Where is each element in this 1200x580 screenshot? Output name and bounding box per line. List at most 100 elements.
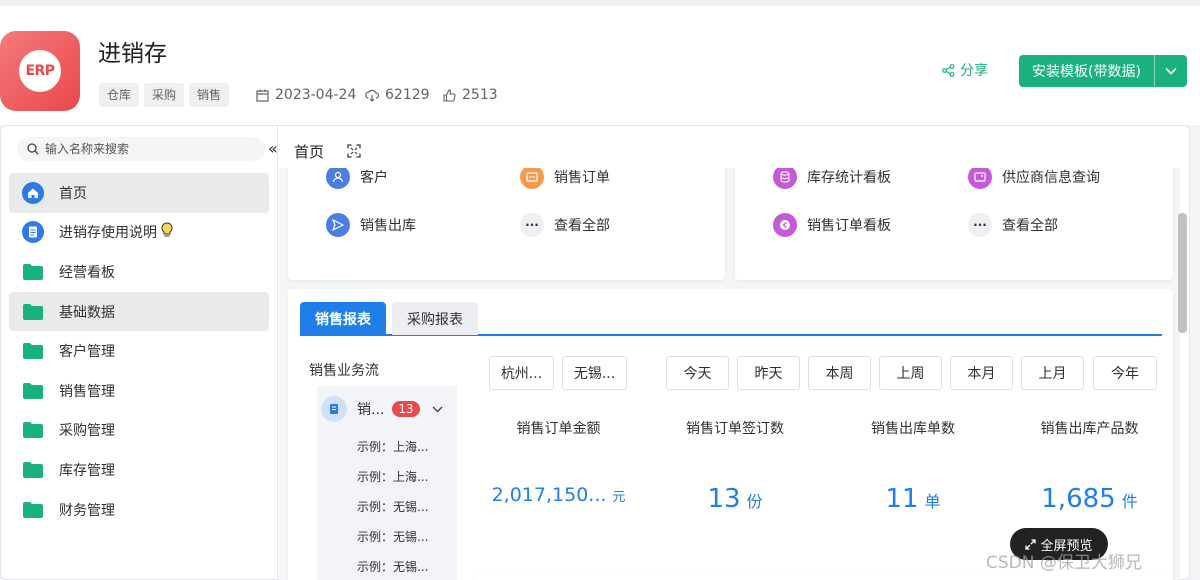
stat-unit: 单 xyxy=(924,492,941,511)
collapse-sidebar-icon[interactable]: « xyxy=(268,139,278,158)
sidebar-item-finance[interactable]: 财务管理 xyxy=(9,490,269,530)
flow-subitem[interactable]: 示例：无锡... xyxy=(357,558,428,575)
sidebar: « 首页 进销存使用说明 经营看板 基础数据 客户管理 销售管理 采 xyxy=(0,125,278,580)
quick-entry-sales-outbound[interactable]: 销售出库 xyxy=(326,213,416,237)
view-all-link[interactable]: ··· 查看全部 xyxy=(520,213,610,237)
breadcrumb: 首页 xyxy=(294,143,325,161)
stat-value: 13 份 xyxy=(651,484,819,514)
sidebar-item-home[interactable]: 首页 xyxy=(9,173,269,213)
home-icon xyxy=(21,181,45,205)
like-count: 2513 xyxy=(462,87,498,103)
sales-flow-panel: 销售业务流 销... 13 示例：上海... 示例：上海... 示例：无锡...… xyxy=(299,348,464,580)
search-icon xyxy=(27,143,39,155)
quick-entry-label: 销售出库 xyxy=(360,218,416,234)
tag[interactable]: 采购 xyxy=(144,83,185,107)
logo-text: ERP xyxy=(25,63,55,79)
flow-subitem[interactable]: 示例：上海... xyxy=(357,438,428,455)
flow-subitem[interactable]: 示例：上海... xyxy=(357,468,428,485)
sidebar-item-purchasing[interactable]: 采购管理 xyxy=(9,411,269,451)
image-icon xyxy=(968,168,992,189)
download-cloud-icon xyxy=(365,89,379,102)
sidebar-item-customers[interactable]: 客户管理 xyxy=(9,331,269,371)
chevron-down-icon[interactable] xyxy=(432,406,443,413)
app-title: 进销存 xyxy=(98,41,167,67)
expand-icon[interactable] xyxy=(347,143,361,162)
period-filter-button[interactable]: 本月 xyxy=(950,356,1013,390)
quick-entry-label: 销售订单 xyxy=(554,170,610,186)
sidebar-search[interactable] xyxy=(17,137,265,161)
period-filter-button[interactable]: 昨天 xyxy=(737,356,800,390)
stat-value: 11 单 xyxy=(829,484,997,514)
flow-subitem[interactable]: 示例：无锡... xyxy=(357,498,428,515)
stat-unit: 件 xyxy=(1121,492,1138,511)
view-all-link[interactable]: ··· 查看全部 xyxy=(968,213,1058,237)
stat-label: 销售出库单数 xyxy=(871,421,955,437)
quick-entry-supplier-query[interactable]: 供应商信息查询 xyxy=(968,168,1100,189)
period-filter-button[interactable]: 本周 xyxy=(808,356,871,390)
flow-list: 销... 13 示例：上海... 示例：上海... 示例：无锡... 示例：无锡… xyxy=(317,386,457,580)
sidebar-item-basic-data[interactable]: 基础数据 xyxy=(9,291,269,332)
sidebar-item-sales[interactable]: 销售管理 xyxy=(9,371,269,411)
folder-icon xyxy=(21,260,45,284)
period-filter-button[interactable]: 上周 xyxy=(879,356,942,390)
folder-icon xyxy=(21,300,45,324)
more-icon: ··· xyxy=(968,213,992,237)
quick-entry-inventory-board[interactable]: 库存统计看板 xyxy=(773,168,891,189)
region-filter-button[interactable]: 无锡... xyxy=(562,356,627,390)
order-icon xyxy=(520,168,544,189)
chevron-down-icon[interactable] xyxy=(1155,55,1187,87)
vertical-scrollbar[interactable] xyxy=(1178,213,1187,333)
share-button[interactable]: 分享 xyxy=(942,60,988,80)
stat-label: 销售订单金额 xyxy=(516,421,601,437)
quick-entry-customer[interactable]: 客户 xyxy=(326,168,388,189)
sidebar-item-label: 基础数据 xyxy=(59,304,115,321)
stat-label: 销售出库产品数 xyxy=(1040,421,1139,437)
quick-entry-card: 客户 销售订单 销售出库 ··· 查看全部 xyxy=(288,168,725,280)
tab-purchase-report[interactable]: 采购报表 xyxy=(392,302,478,335)
quick-entry-sales-board[interactable]: 销售订单看板 xyxy=(773,213,891,237)
flow-item[interactable]: 销... 13 xyxy=(321,394,453,424)
lightbulb-icon xyxy=(161,222,173,242)
period-filter-button[interactable]: 今年 xyxy=(1093,356,1157,390)
more-icon: ··· xyxy=(520,213,544,237)
quick-entry-label: 供应商信息查询 xyxy=(1002,170,1100,186)
period-filter-button[interactable]: 上月 xyxy=(1021,356,1084,390)
stat-number: 11 xyxy=(885,484,919,514)
flow-subitem[interactable]: 示例：无锡... xyxy=(357,528,428,545)
stat-card: 销售订单签订数 13 份 xyxy=(651,406,819,560)
stat-unit: 份 xyxy=(746,492,763,511)
stat-card: 销售出库单数 11 单 xyxy=(829,406,997,560)
stat-number: 1,685 xyxy=(1041,484,1116,514)
stat-value: 2,017,150... 元 xyxy=(475,484,642,506)
tag[interactable]: 仓库 xyxy=(99,83,140,107)
search-input[interactable] xyxy=(45,142,245,156)
install-template-label[interactable]: 安装模板(带数据) xyxy=(1019,55,1155,87)
folder-icon xyxy=(21,498,45,522)
app-header: ERP 进销存 仓库 采购 销售 2023-04-24 62129 2513 分… xyxy=(0,0,1200,125)
report-tabs: 销售报表 采购报表 xyxy=(300,301,1162,336)
count-badge: 13 xyxy=(392,401,420,417)
folder-icon xyxy=(21,339,45,363)
publish-date: 2023-04-24 xyxy=(275,87,357,103)
quick-entry-label: 查看全部 xyxy=(1002,218,1058,234)
quick-entry-label: 库存统计看板 xyxy=(807,170,891,186)
quick-entry-label: 查看全部 xyxy=(554,218,610,234)
region-filter-button[interactable]: 杭州... xyxy=(489,356,554,390)
sidebar-item-inventory[interactable]: 库存管理 xyxy=(9,450,269,490)
period-filter-button[interactable]: 今天 xyxy=(666,356,729,390)
sidebar-item-label: 财务管理 xyxy=(59,502,115,519)
sidebar-item-guide[interactable]: 进销存使用说明 xyxy=(9,213,269,253)
tag[interactable]: 销售 xyxy=(189,83,230,107)
folder-icon xyxy=(21,379,45,403)
dashboard-content: 客户 销售订单 销售出库 ··· 查看全部 库存统计看板 供应商信息查询 销售订… xyxy=(279,168,1180,580)
quick-entry-sales-order[interactable]: 销售订单 xyxy=(520,168,610,189)
tab-sales-report[interactable]: 销售报表 xyxy=(300,302,386,335)
sidebar-item-dashboard[interactable]: 经营看板 xyxy=(9,252,269,292)
document-icon xyxy=(21,220,45,244)
install-template-button[interactable]: 安装模板(带数据) xyxy=(1019,55,1187,87)
sidebar-item-label: 库存管理 xyxy=(59,462,115,479)
flow-item-label: 销... xyxy=(357,402,385,418)
app-logo: ERP xyxy=(0,31,80,111)
quick-entry-label: 销售订单看板 xyxy=(807,218,891,234)
share-icon xyxy=(942,63,955,77)
